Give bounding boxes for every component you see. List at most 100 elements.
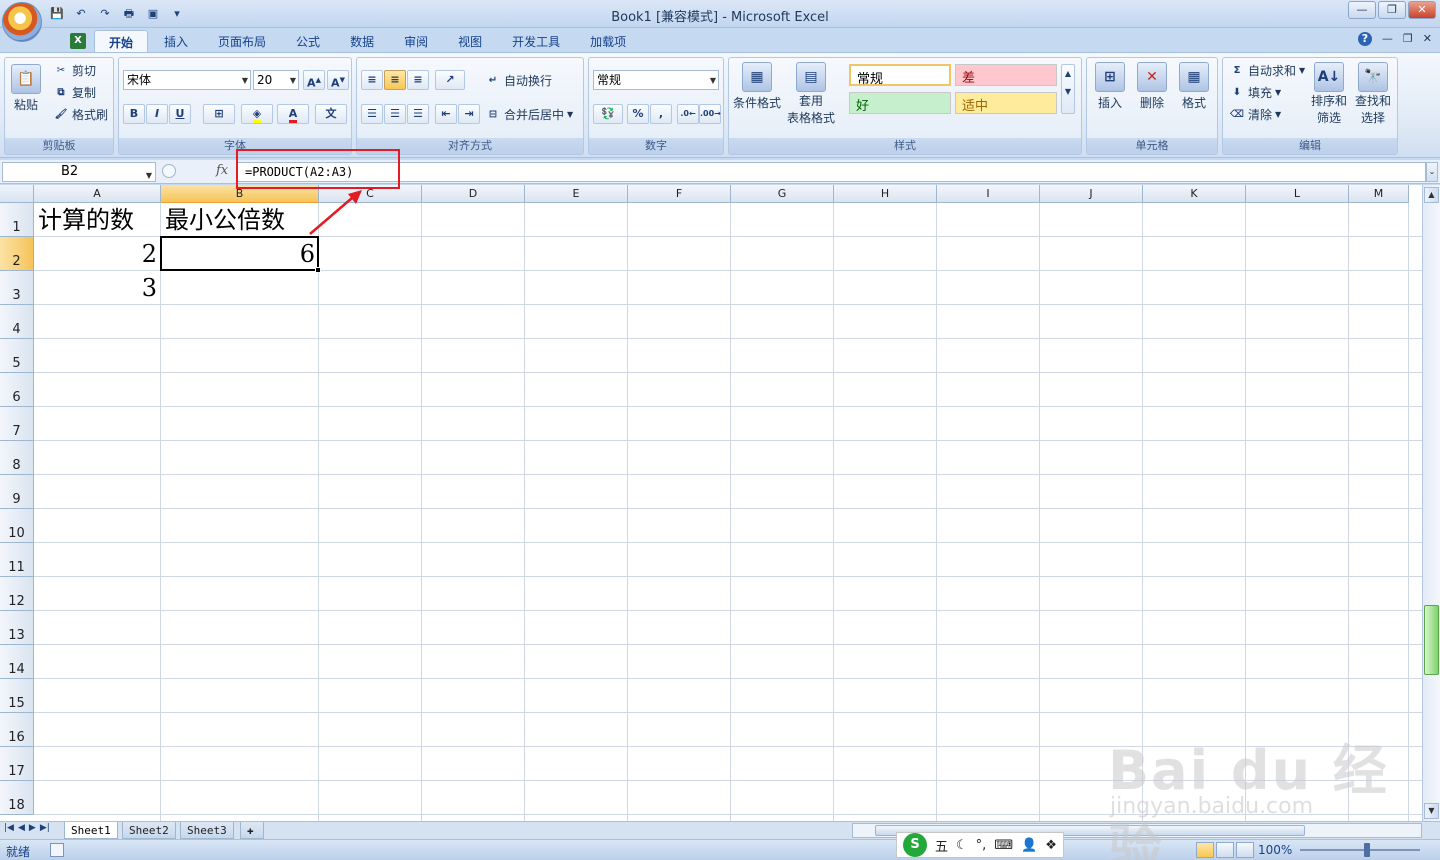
shrink-font-button[interactable]: A▼ bbox=[327, 70, 349, 90]
column-header-m[interactable]: M bbox=[1349, 185, 1409, 203]
format-cells-button[interactable]: ▦ 格式 bbox=[1179, 62, 1209, 111]
currency-button[interactable]: 💱 bbox=[593, 104, 623, 124]
close-button[interactable]: ✕ bbox=[1408, 1, 1436, 19]
row-header-16[interactable]: 16 bbox=[0, 713, 34, 747]
tab-data[interactable]: 数据 bbox=[336, 30, 388, 52]
row-header-6[interactable]: 6 bbox=[0, 373, 34, 407]
scroll-down-button[interactable]: ▼ bbox=[1424, 803, 1439, 819]
expand-formula-bar-button[interactable]: ⌄ bbox=[1426, 162, 1438, 182]
office-button[interactable] bbox=[2, 2, 42, 42]
column-header-d[interactable]: D bbox=[422, 185, 525, 203]
formula-cancel-icon[interactable] bbox=[162, 164, 176, 178]
autosum-button[interactable]: Σ 自动求和 ▼ bbox=[1229, 62, 1306, 79]
tab-home[interactable]: 开始 bbox=[94, 30, 149, 52]
align-right-button[interactable]: ☰ bbox=[407, 104, 429, 124]
cell-b1[interactable]: 最小公倍数 bbox=[165, 203, 285, 237]
italic-button[interactable]: I bbox=[146, 104, 168, 124]
zoom-level[interactable]: 100% bbox=[1258, 843, 1292, 857]
align-top-button[interactable]: ≡ bbox=[361, 70, 383, 90]
ribbon-close-button[interactable]: ✕ bbox=[1423, 32, 1432, 46]
merge-center-button[interactable]: ⊟ 合并后居中 ▼ bbox=[485, 106, 573, 123]
bold-button[interactable]: B bbox=[123, 104, 145, 124]
insert-cells-button[interactable]: ⊞ 插入 bbox=[1095, 62, 1125, 111]
clear-button[interactable]: ⌫ 清除 ▼ bbox=[1229, 106, 1281, 123]
conditional-format-button[interactable]: ▦ 条件格式 bbox=[733, 62, 781, 111]
ime-mode[interactable]: 五 bbox=[935, 836, 948, 855]
sheet-tab-2[interactable]: Sheet2 bbox=[122, 822, 176, 839]
percent-button[interactable]: % bbox=[627, 104, 649, 124]
fill-button[interactable]: ⬇ 填充 ▼ bbox=[1229, 84, 1281, 101]
zoom-slider-thumb[interactable] bbox=[1364, 843, 1370, 857]
row-header-10[interactable]: 10 bbox=[0, 509, 34, 543]
cell-a1[interactable]: 计算的数 bbox=[38, 203, 134, 237]
last-sheet-icon[interactable]: ▶| bbox=[40, 823, 50, 833]
increase-decimal-button[interactable]: .0← bbox=[677, 104, 699, 124]
help-icon[interactable]: ? bbox=[1357, 32, 1372, 46]
find-select-button[interactable]: 🔭 查找和 选择 bbox=[1355, 62, 1391, 126]
tab-insert[interactable]: 插入 bbox=[150, 30, 202, 52]
grow-font-button[interactable]: A▲ bbox=[303, 70, 325, 90]
column-header-e[interactable]: E bbox=[525, 185, 628, 203]
comma-button[interactable]: , bbox=[650, 104, 672, 124]
select-all-corner[interactable] bbox=[0, 185, 34, 203]
align-middle-button[interactable]: ≡ bbox=[384, 70, 406, 90]
font-name-select[interactable]: 宋体 ▼ bbox=[123, 70, 251, 90]
column-header-i[interactable]: I bbox=[937, 185, 1040, 203]
vertical-scrollbar[interactable]: ▲ ▼ bbox=[1422, 185, 1440, 821]
style-bad[interactable]: 差 bbox=[955, 64, 1057, 86]
normal-view-button[interactable] bbox=[1196, 842, 1214, 858]
row-header-15[interactable]: 15 bbox=[0, 679, 34, 713]
row-header-7[interactable]: 7 bbox=[0, 407, 34, 441]
fill-color-button[interactable]: ◈ bbox=[241, 104, 273, 124]
row-header-2[interactable]: 2 bbox=[0, 237, 34, 271]
styles-more-button[interactable]: ▲ ▼ bbox=[1061, 64, 1075, 114]
cell-a2[interactable]: 2 bbox=[34, 237, 157, 271]
name-box[interactable]: B2 ▼ bbox=[2, 162, 156, 182]
increase-indent-button[interactable]: ⇥ bbox=[458, 104, 480, 124]
next-sheet-icon[interactable]: ▶ bbox=[29, 823, 36, 833]
row-header-18[interactable]: 18 bbox=[0, 781, 34, 815]
column-header-g[interactable]: G bbox=[731, 185, 834, 203]
align-left-button[interactable]: ☰ bbox=[361, 104, 383, 124]
delete-cells-button[interactable]: ✕ 删除 bbox=[1137, 62, 1167, 111]
underline-button[interactable]: U bbox=[169, 104, 191, 124]
worksheet-grid[interactable]: A B C D E F G H I J K L M 1 2 3 4 5 6 7 8 9 10 11 12 13 14 15 16 17 18… bbox=[0, 185, 1422, 821]
row-header-14[interactable]: 14 bbox=[0, 645, 34, 679]
font-color-button[interactable]: A bbox=[277, 104, 309, 124]
font-size-select[interactable]: 20 ▼ bbox=[253, 70, 299, 90]
orientation-button[interactable]: ↗ bbox=[435, 70, 465, 90]
row-header-11[interactable]: 11 bbox=[0, 543, 34, 577]
macro-record-icon[interactable] bbox=[50, 843, 64, 857]
tab-addins[interactable]: 加载项 bbox=[576, 30, 640, 52]
column-header-a[interactable]: A bbox=[34, 185, 161, 203]
row-header-13[interactable]: 13 bbox=[0, 611, 34, 645]
paste-button[interactable]: 📋 粘贴 bbox=[11, 64, 41, 113]
keyboard-icon[interactable]: ⌨ bbox=[994, 838, 1013, 853]
punctuation-icon[interactable]: °, bbox=[976, 838, 987, 853]
decrease-indent-button[interactable]: ⇤ bbox=[435, 104, 457, 124]
number-format-select[interactable]: 常规 ▼ bbox=[593, 70, 719, 90]
tab-review[interactable]: 审阅 bbox=[390, 30, 442, 52]
row-header-9[interactable]: 9 bbox=[0, 475, 34, 509]
tab-formulas[interactable]: 公式 bbox=[282, 30, 334, 52]
ribbon-restore-button[interactable]: ❐ bbox=[1403, 32, 1413, 46]
column-header-k[interactable]: K bbox=[1143, 185, 1246, 203]
row-header-12[interactable]: 12 bbox=[0, 577, 34, 611]
first-sheet-icon[interactable]: |◀ bbox=[4, 823, 14, 833]
tab-view[interactable]: 视图 bbox=[444, 30, 496, 52]
tab-page-layout[interactable]: 页面布局 bbox=[204, 30, 280, 52]
settings-icon[interactable]: ❖ bbox=[1045, 838, 1057, 853]
user-icon[interactable]: 👤 bbox=[1021, 838, 1037, 853]
column-header-j[interactable]: J bbox=[1040, 185, 1143, 203]
insert-function-button[interactable]: fx bbox=[216, 163, 228, 178]
wrap-text-button[interactable]: ↵ 自动换行 bbox=[485, 72, 552, 89]
minimize-button[interactable]: — bbox=[1348, 1, 1376, 19]
row-header-5[interactable]: 5 bbox=[0, 339, 34, 373]
row-header-1[interactable]: 1 bbox=[0, 203, 34, 237]
sheet-tab-3[interactable]: Sheet3 bbox=[180, 822, 234, 839]
style-normal[interactable]: 常规 bbox=[849, 64, 951, 87]
moon-icon[interactable]: ☾ bbox=[956, 838, 968, 853]
row-header-8[interactable]: 8 bbox=[0, 441, 34, 475]
scroll-thumb[interactable] bbox=[1424, 605, 1439, 675]
format-as-table-button[interactable]: ▤ 套用 表格格式 bbox=[787, 62, 835, 126]
